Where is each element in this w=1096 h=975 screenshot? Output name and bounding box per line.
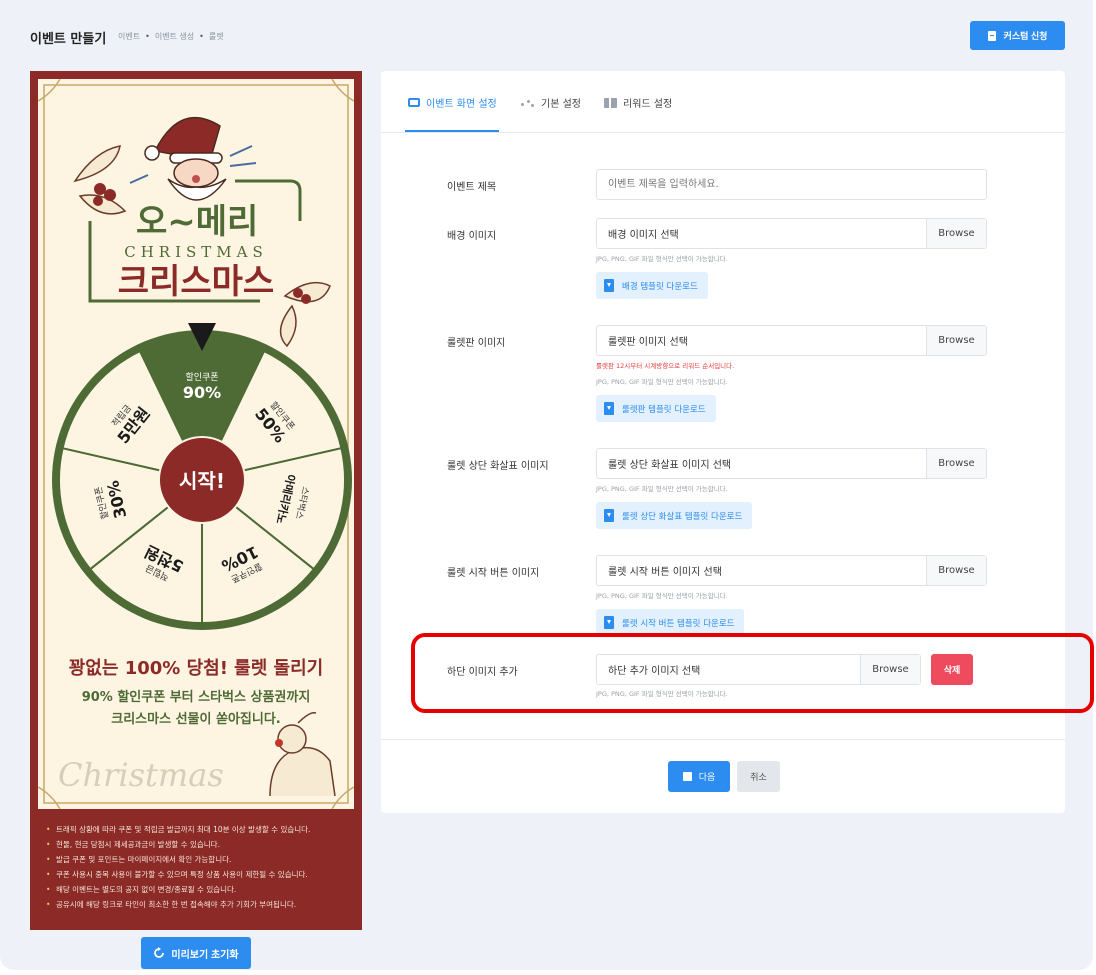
event-title-input[interactable] [597,170,986,199]
event-title-field[interactable] [596,169,987,200]
notice-item: 공유시에 해당 링크로 타인이 최소한 한 번 접속해야 추가 기회가 부여됩니… [46,897,356,912]
wheel-segment-line1: 할인쿠폰 [185,372,218,383]
tab-label: 이벤트 화면 설정 [426,99,497,110]
roulette-browse-button[interactable]: Browse [926,326,986,355]
refresh-icon [154,947,165,958]
dots-icon [521,99,535,107]
arrow-image-field[interactable]: 룰렛 상단 화살표 이미지 선택 Browse [596,448,987,479]
background-template-download-button[interactable]: 배경 템플릿 다운로드 [596,272,708,299]
preview-reset-button[interactable]: 미리보기 초기화 [141,937,251,969]
roulette-file-hint: JPG, PNG, GIF 파일 형식만 선택이 가능합니다. [596,378,728,386]
start-browse-button[interactable]: Browse [926,556,986,585]
tab-event-screen[interactable]: 이벤트 화면 설정 [408,95,497,110]
event-preview: 오~메리 CHRISTMAS 크리스마스 할인쿠폰 90% 할인쿠폰 50% 스타벅스 아… [30,71,362,930]
arrow-file-hint: JPG, PNG, GIF 파일 형식만 선택이 가능합니다. [596,485,728,493]
breadcrumb-separator: • [199,32,204,41]
event-notice-list: 트래픽 상황에 따라 쿠폰 및 적립금 발급까지 최대 10분 이상 발생할 수… [46,822,356,912]
background-image-value: 배경 이미지 선택 [608,230,679,241]
start-button-image-label: 룰렛 시작 버튼 이미지 [447,568,540,579]
tab-label: 기본 설정 [541,99,581,110]
background-file-hint: JPG, PNG, GIF 파일 형식만 선택이 가능합니다. [596,255,728,263]
arrow-template-download-button[interactable]: 룰렛 상단 화살표 템플릿 다운로드 [596,502,753,529]
roulette-wheel[interactable]: 할인쿠폰90%할인쿠폰50%스타벅스아메리카노할인쿠폰10%적립금5천원할인쿠폰… [52,330,352,630]
breadcrumb-separator: • [145,32,150,41]
wheel-segment-label: 할인쿠폰90% [183,372,221,402]
tab-label: 리워드 설정 [623,99,673,110]
file-download-icon [604,509,614,522]
next-button[interactable]: 다음 [668,761,730,792]
breadcrumb: 이벤트 • 이벤트 생성 • 룰렛 [118,31,224,42]
breadcrumb-item[interactable]: 이벤트 [118,31,140,42]
settings-tabs: 이벤트 화면 설정 기본 설정 리워드 설정 [381,71,1065,133]
custom-request-label: 커스텀 신청 [1003,31,1048,41]
save-icon [682,772,692,781]
background-browse-button[interactable]: Browse [926,219,986,248]
tab-reward-settings[interactable]: 리워드 설정 [604,95,672,110]
roulette-image-label: 룰렛판 이미지 [447,338,506,349]
notice-item: 발급 쿠폰 및 포인트는 마이페이지에서 확인 가능합니다. [46,852,356,867]
monitor-icon [408,98,420,107]
roulette-order-warning: 룰렛판 12시부터 시계방향으로 리워드 순서입니다. [596,362,735,370]
start-file-hint: JPG, PNG, GIF 파일 형식만 선택이 가능합니다. [596,592,728,600]
breadcrumb-item: 룰렛 [208,32,224,41]
form-divider [381,739,1065,740]
start-template-download-button[interactable]: 룰렛 시작 버튼 템플릿 다운로드 [596,609,745,636]
next-label: 다음 [698,773,716,783]
poster-title-christmas: CHRISTMAS [124,243,268,261]
wheel-segment-line2: 90% [183,383,221,402]
file-download-icon [604,279,614,292]
poster-script-word: Christmas [58,756,224,794]
poster-subline-2: 크리스마스 선물이 쏟아집니다. [111,711,280,727]
arrow-image-label: 룰렛 상단 화살표 이미지 [447,461,549,472]
file-download-icon [604,402,614,415]
highlight-annotation [411,633,1094,713]
template-download-label: 룰렛판 템플릿 다운로드 [622,404,706,415]
notice-item: 현물, 현금 당첨시 제세공과금이 발생할 수 있습니다. [46,837,356,852]
document-icon [987,30,996,41]
background-image-label: 배경 이미지 [447,231,497,242]
roulette-image-value: 룰렛판 이미지 선택 [608,337,688,348]
poster-title-sub: 크리스마스 [118,262,274,302]
roulette-image-field[interactable]: 룰렛판 이미지 선택 Browse [596,325,987,356]
poster-subline-1: 90% 할인쿠폰 부터 스타벅스 상품권까지 [82,689,311,705]
poster-headline: 꽝없는 100% 당첨! 룰렛 돌리기 [69,658,323,679]
active-tab-indicator [405,130,499,132]
event-title-label: 이벤트 제목 [447,182,497,193]
poster-title-main: 오~메리 [136,202,258,242]
file-download-icon [604,616,614,629]
start-button-image-value: 룰렛 시작 버튼 이미지 선택 [608,567,722,578]
arrow-image-value: 룰렛 상단 화살표 이미지 선택 [608,460,732,471]
preview-reset-label: 미리보기 초기화 [171,949,239,961]
roulette-template-download-button[interactable]: 룰렛판 템플릿 다운로드 [596,395,716,422]
start-button-label: 시작! [179,469,225,493]
breadcrumb-item[interactable]: 이벤트 생성 [155,31,194,42]
template-download-label: 룰렛 시작 버튼 템플릿 다운로드 [622,618,735,629]
notice-item: 쿠폰 사용시 중복 사용이 불가할 수 있으며 특정 상품 사용이 제한될 수 … [46,867,356,882]
template-download-label: 배경 템플릿 다운로드 [622,281,698,292]
page-title: 이벤트 만들기 [30,32,107,47]
notice-item: 해당 이벤트는 별도의 공지 없이 변경/종료될 수 있습니다. [46,882,356,897]
template-download-label: 룰렛 상단 화살표 템플릿 다운로드 [622,511,743,522]
cancel-button[interactable]: 취소 [737,761,780,792]
notice-item: 트래픽 상황에 따라 쿠폰 및 적립금 발급까지 최대 10분 이상 발생할 수… [46,822,356,837]
app-window: 이벤트 만들기 이벤트 • 이벤트 생성 • 룰렛 커스텀 신청 오~메리 CH… [0,0,1094,970]
poster-artwork: 오~메리 CHRISTMAS 크리스마스 할인쿠폰90%할인쿠폰50%스타벅스아… [37,78,355,810]
tab-basic-settings[interactable]: 기본 설정 [521,95,581,110]
start-button-image-field[interactable]: 룰렛 시작 버튼 이미지 선택 Browse [596,555,987,586]
gift-icon [604,97,617,108]
custom-request-button[interactable]: 커스텀 신청 [970,21,1065,50]
arrow-browse-button[interactable]: Browse [926,449,986,478]
background-image-field[interactable]: 배경 이미지 선택 Browse [596,218,987,249]
